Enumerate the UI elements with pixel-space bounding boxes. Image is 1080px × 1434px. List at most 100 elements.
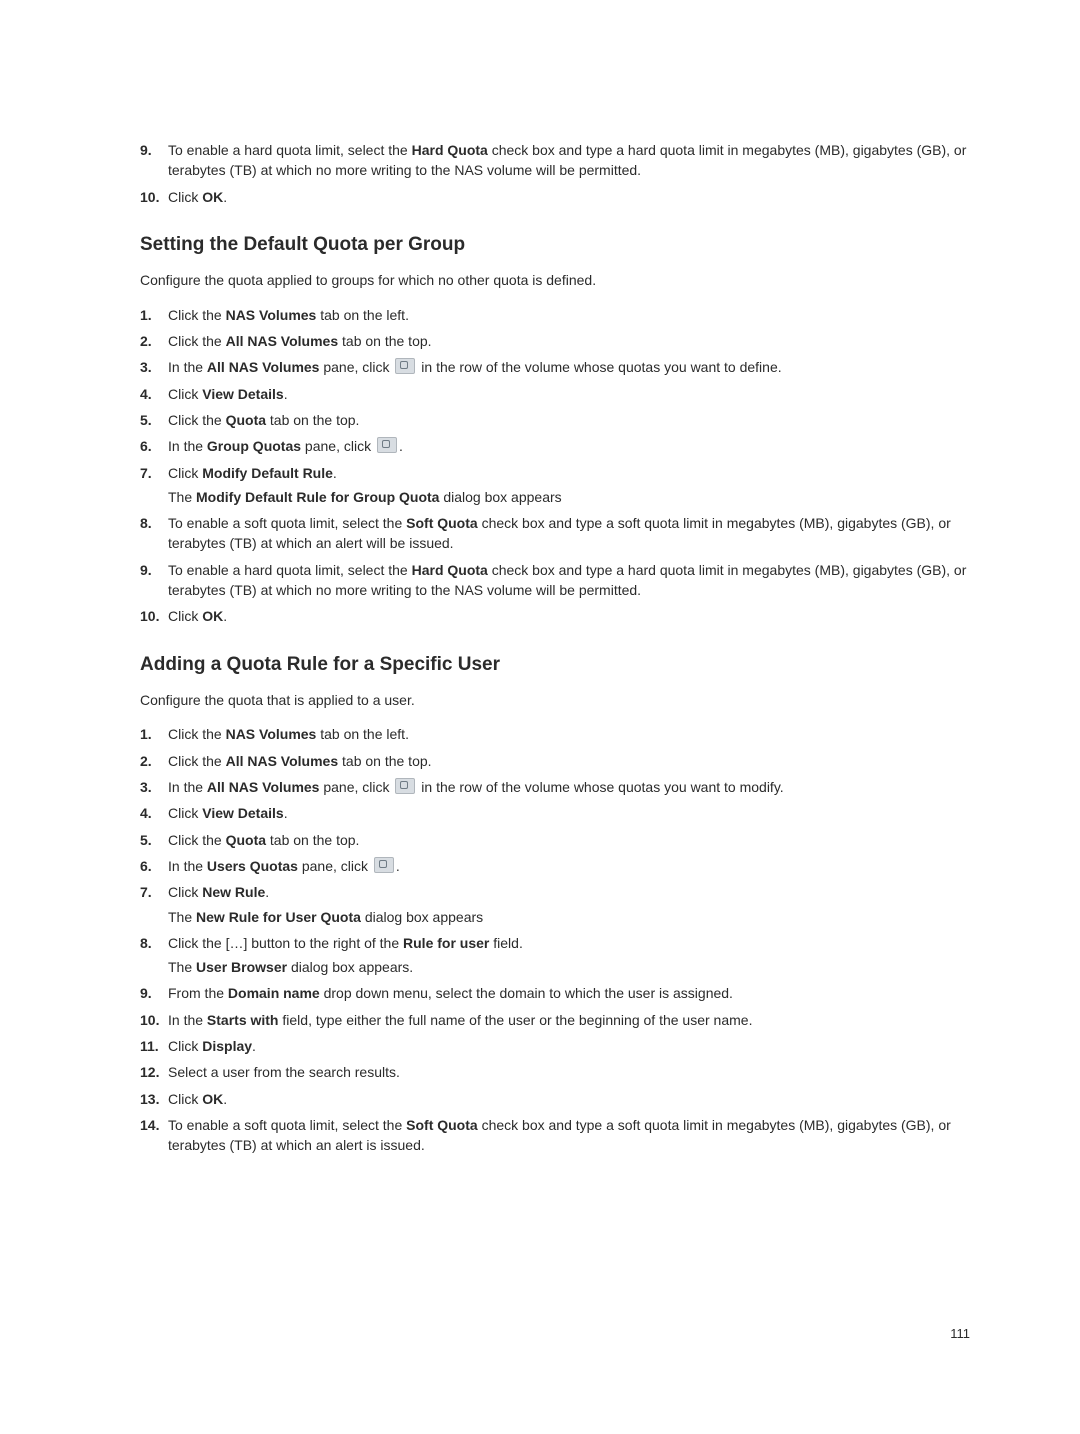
text-segment: Select a user from the search results.	[168, 1064, 400, 1080]
bold-term: Quota	[226, 412, 266, 428]
step-number: 7.	[140, 463, 152, 483]
step-number: 12.	[140, 1062, 159, 1082]
step-text: From the Domain name drop down menu, sel…	[168, 985, 733, 1001]
step-text: Click OK.	[168, 1091, 227, 1107]
text-segment: .	[284, 805, 288, 821]
step-number: 7.	[140, 882, 152, 902]
bold-term: New Rule	[202, 884, 265, 900]
step-number: 9.	[140, 560, 152, 580]
step-list-group-quota: 1.Click the NAS Volumes tab on the left.…	[140, 305, 970, 627]
step-item: 5.Click the Quota tab on the top.	[140, 830, 970, 850]
text-segment: dialog box appears	[361, 909, 483, 925]
text-segment: .	[399, 438, 403, 454]
step-number: 6.	[140, 856, 152, 876]
section-heading: Adding a Quota Rule for a Specific User	[140, 651, 970, 679]
text-segment: Click the	[168, 753, 226, 769]
bold-term: Domain name	[228, 985, 320, 1001]
bold-term: OK	[202, 189, 223, 205]
text-segment: Click the	[168, 333, 226, 349]
text-segment: Click the	[168, 412, 226, 428]
step-text: In the Starts with field, type either th…	[168, 1012, 752, 1028]
bold-term: All NAS Volumes	[207, 359, 320, 375]
step-subtext: The Modify Default Rule for Group Quota …	[168, 487, 970, 507]
text-segment: .	[223, 189, 227, 205]
step-item: 9. To enable a hard quota limit, select …	[140, 140, 970, 181]
bold-term: Soft Quota	[406, 1117, 478, 1133]
step-text: Click OK.	[168, 189, 227, 205]
step-text: Click New Rule.	[168, 884, 269, 900]
bold-term: Hard Quota	[412, 562, 488, 578]
step-list-continuation: 9. To enable a hard quota limit, select …	[140, 140, 970, 207]
gear-icon	[395, 358, 415, 374]
step-number: 2.	[140, 331, 152, 351]
text-segment: field, type either the full name of the …	[279, 1012, 753, 1028]
section-heading: Setting the Default Quota per Group	[140, 231, 970, 259]
text-segment: tab on the top.	[338, 753, 431, 769]
text-segment: field.	[489, 935, 522, 951]
step-text: Click the All NAS Volumes tab on the top…	[168, 753, 432, 769]
bold-term: All NAS Volumes	[207, 779, 320, 795]
text-segment: In the	[168, 858, 207, 874]
step-number: 3.	[140, 777, 152, 797]
text-segment: To enable a soft quota limit, select the	[168, 1117, 406, 1133]
gear-icon	[377, 437, 397, 453]
step-number: 11.	[140, 1036, 159, 1056]
text-segment: Click	[168, 884, 202, 900]
text-segment: In the	[168, 359, 207, 375]
text-segment: Click the	[168, 832, 226, 848]
step-item: 14.To enable a soft quota limit, select …	[140, 1115, 970, 1156]
text-segment: .	[284, 386, 288, 402]
step-number: 10.	[140, 187, 159, 207]
bold-term: Modify Default Rule	[202, 465, 333, 481]
text-segment: tab on the top.	[266, 832, 359, 848]
step-item: 9. To enable a hard quota limit, select t…	[140, 560, 970, 601]
step-item: 4.Click View Details.	[140, 803, 970, 823]
bold-term: New Rule for User Quota	[196, 909, 361, 925]
text-segment: in the row of the volume whose quotas yo…	[417, 359, 781, 375]
text-segment: From the	[168, 985, 228, 1001]
step-text: To enable a soft quota limit, select the…	[168, 1117, 951, 1153]
bold-term: Modify Default Rule for Group Quota	[196, 489, 439, 505]
text-segment: .	[252, 1038, 256, 1054]
step-text: To enable a soft quota limit, select the…	[168, 515, 951, 551]
section-intro: Configure the quota applied to groups fo…	[140, 270, 970, 290]
step-text: In the All NAS Volumes pane, click in th…	[168, 359, 782, 375]
bold-term: All NAS Volumes	[226, 333, 339, 349]
step-text: Click Display.	[168, 1038, 256, 1054]
bold-term: All NAS Volumes	[226, 753, 339, 769]
bold-term: Rule for user	[403, 935, 489, 951]
step-number: 13.	[140, 1089, 159, 1109]
bold-term: NAS Volumes	[226, 726, 317, 742]
step-number: 5.	[140, 410, 152, 430]
step-text: Click Modify Default Rule.	[168, 465, 337, 481]
step-text: Click the […] button to the right of the…	[168, 935, 523, 951]
text-segment: drop down menu, select the domain to whi…	[320, 985, 733, 1001]
step-text: To enable a hard quota limit, select the…	[168, 562, 966, 598]
step-number: 8.	[140, 933, 152, 953]
bold-term: Quota	[226, 832, 266, 848]
text-segment: tab on the top.	[266, 412, 359, 428]
text-segment: In the	[168, 779, 207, 795]
step-number: 6.	[140, 436, 152, 456]
bold-term: Group Quotas	[207, 438, 301, 454]
text-segment: pane, click	[298, 858, 372, 874]
step-item: 8. Click the […] button to the right of t…	[140, 933, 970, 978]
step-item: 10.In the Starts with field, type either…	[140, 1010, 970, 1030]
step-item: 2.Click the All NAS Volumes tab on the t…	[140, 751, 970, 771]
gear-icon	[374, 857, 394, 873]
step-text: Click the Quota tab on the top.	[168, 832, 359, 848]
text-segment: In the	[168, 438, 207, 454]
text-segment: tab on the left.	[316, 726, 409, 742]
step-item: 7.Click New Rule.The New Rule for User Q…	[140, 882, 970, 927]
step-item: 1.Click the NAS Volumes tab on the left.	[140, 724, 970, 744]
step-text: To enable a hard quota limit, select the…	[168, 142, 966, 178]
document-page: 9. To enable a hard quota limit, select …	[0, 0, 1080, 1434]
step-item: 10. Click OK.	[140, 187, 970, 207]
text-segment: pane, click	[319, 359, 393, 375]
step-item: 6.In the Users Quotas pane, click .	[140, 856, 970, 876]
bold-term: OK	[202, 1091, 223, 1107]
text-segment: .	[265, 884, 269, 900]
text-segment: dialog box appears	[439, 489, 561, 505]
step-item: 7. Click Modify Default Rule. The Modify D…	[140, 463, 970, 508]
step-number: 4.	[140, 384, 152, 404]
